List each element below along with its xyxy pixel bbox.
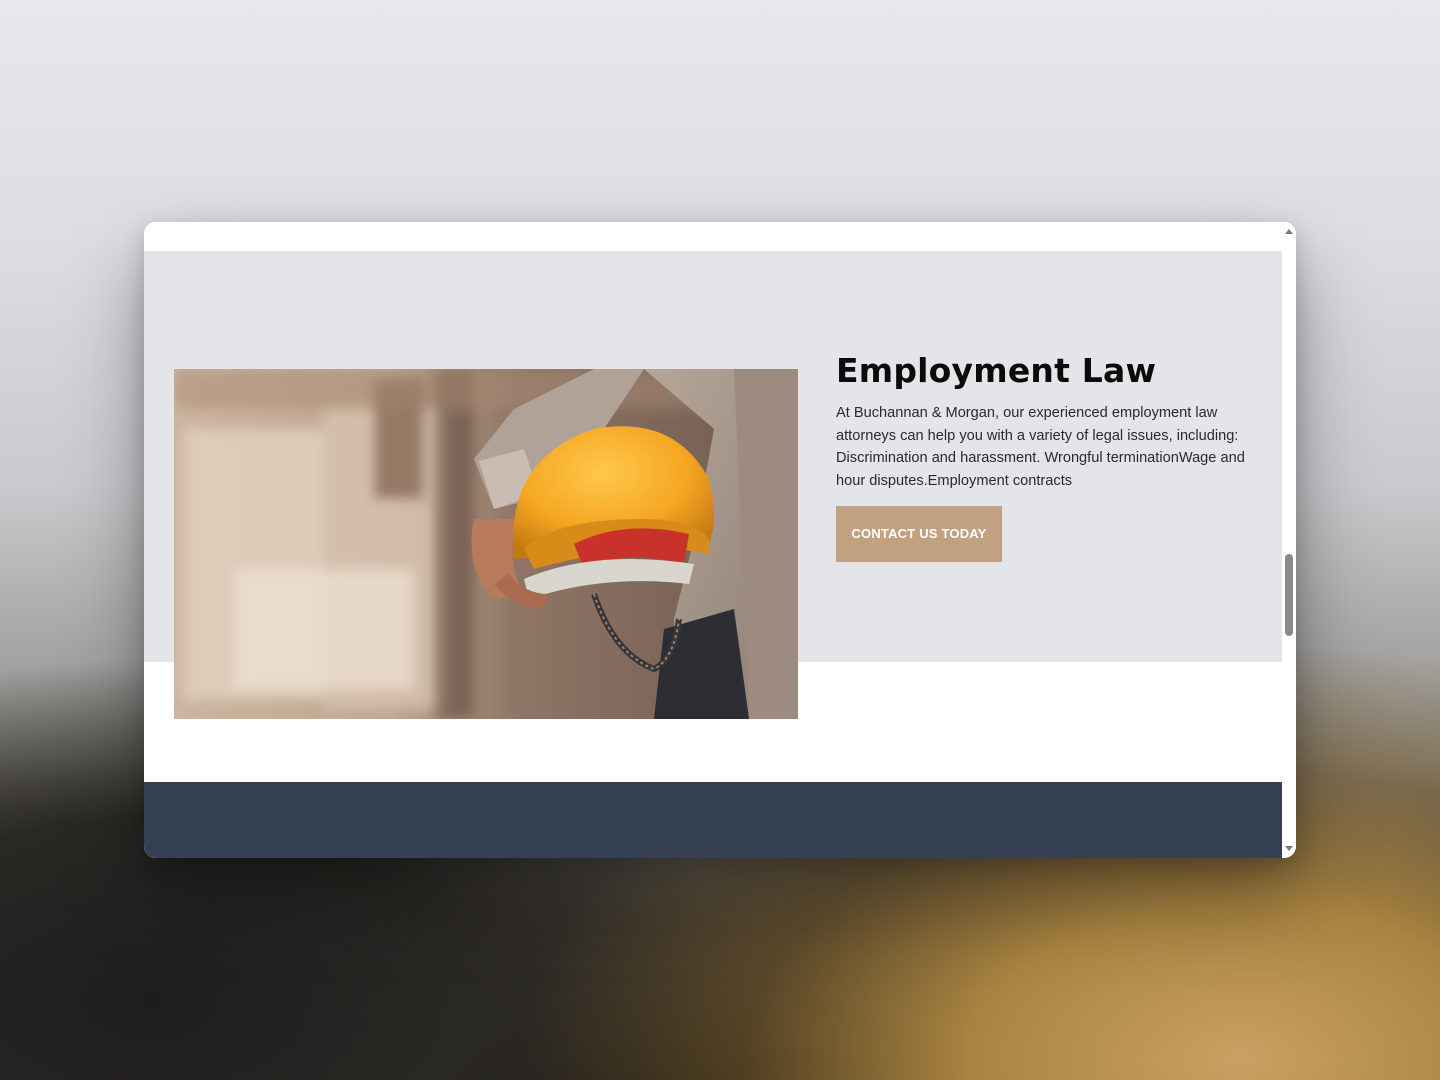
vertical-scrollbar[interactable] bbox=[1282, 222, 1296, 858]
scrollbar-thumb[interactable] bbox=[1285, 554, 1293, 636]
scroll-up-icon[interactable] bbox=[1285, 229, 1293, 234]
employment-law-text: Employment Law At Buchannan & Morgan, ou… bbox=[836, 350, 1256, 562]
contact-us-button[interactable]: CONTACT US TODAY bbox=[836, 506, 1002, 562]
section-description: At Buchannan & Morgan, our experienced e… bbox=[836, 405, 1245, 489]
hard-hat-photo-illustration bbox=[174, 369, 798, 719]
page-content: Employment Law At Buchannan & Morgan, ou… bbox=[144, 222, 1282, 858]
browser-window: Employment Law At Buchannan & Morgan, ou… bbox=[144, 222, 1296, 858]
scroll-down-icon[interactable] bbox=[1285, 846, 1293, 851]
hard-hat-worker-image bbox=[174, 369, 798, 719]
section-title: Employment Law bbox=[836, 351, 1157, 390]
footer-section bbox=[144, 782, 1282, 858]
